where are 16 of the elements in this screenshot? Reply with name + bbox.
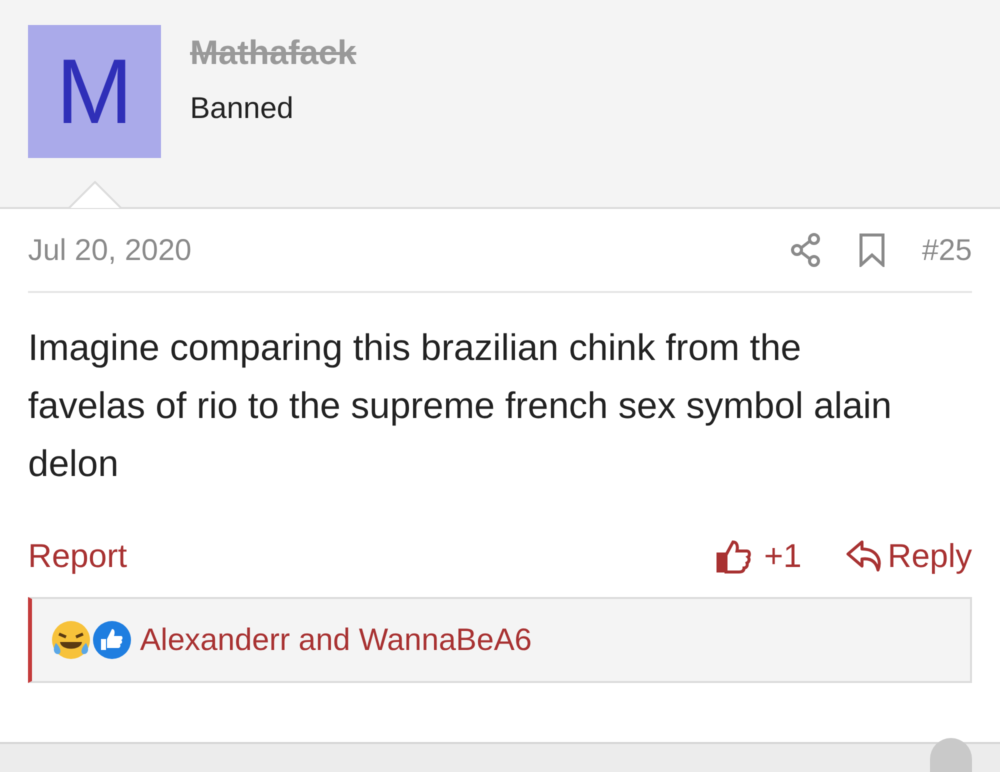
like-emoji-icon (92, 620, 132, 660)
reply-button[interactable]: Reply (846, 531, 972, 581)
post-body: Imagine comparing this brazilian chink from the favelas of rio to the supreme french sex symbol alain delon (28, 326, 893, 486)
avatar[interactable]: M (28, 25, 161, 158)
reply-arrow-icon (846, 539, 884, 573)
bookmark-icon[interactable] (858, 233, 886, 267)
share-icon[interactable] (790, 233, 822, 267)
post-date[interactable]: Jul 20, 2020 (28, 228, 790, 272)
report-link[interactable]: Report (28, 531, 716, 581)
user-title: Banned (190, 91, 294, 127)
reaction-users-link[interactable]: Alexanderr and WannaBeA6 (140, 616, 532, 664)
laughing-emoji-icon (50, 619, 92, 661)
post-number[interactable]: #25 (922, 228, 972, 272)
reactions-bar[interactable]: Alexanderr and WannaBeA6 (28, 597, 972, 683)
like-button[interactable]: +1 (716, 531, 802, 581)
thumbs-up-icon (716, 538, 752, 574)
